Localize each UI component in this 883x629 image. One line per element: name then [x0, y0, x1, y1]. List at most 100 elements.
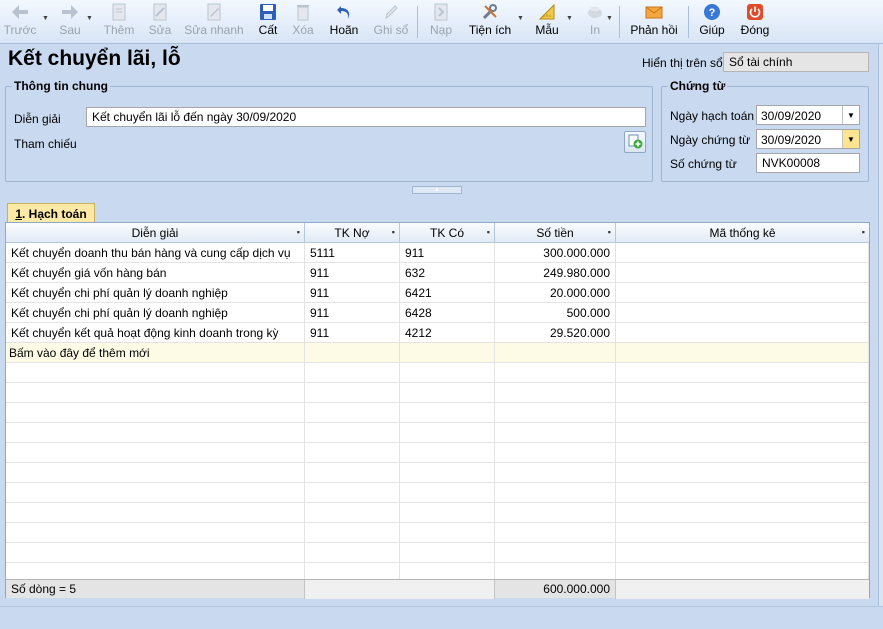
utilities-dropdown-icon[interactable]: ▼ — [517, 15, 524, 22]
cell-stat-code[interactable] — [616, 283, 869, 303]
cell-description[interactable]: Kết chuyển chi phí quản lý doanh nghiệp — [6, 283, 305, 303]
table-row[interactable]: Kết chuyển doanh thu bán hàng và cung cấ… — [6, 243, 869, 263]
empty-cell[interactable] — [495, 343, 616, 363]
table-row[interactable]: Kết chuyển kết quả hoạt động kinh doanh … — [6, 323, 869, 343]
table-row[interactable]: Kết chuyển chi phí quản lý doanh nghiệp 9… — [6, 283, 869, 303]
empty-cell — [400, 443, 495, 463]
voucher-date-field[interactable]: 30/09/2020 ▼ — [756, 129, 860, 149]
edit-document-icon — [149, 2, 171, 22]
column-header-stat-code[interactable]: Mã thống kê ▪ — [616, 223, 869, 243]
empty-cell — [305, 383, 400, 403]
empty-cell — [495, 543, 616, 563]
load-button[interactable]: Nạp — [426, 0, 456, 44]
template-dropdown-icon[interactable]: ▼ — [566, 15, 573, 22]
undo-button[interactable]: Hoãn — [327, 0, 361, 44]
cell-description[interactable]: Kết chuyển kết quả hoạt động kinh doanh … — [6, 323, 305, 343]
voucher-no-input[interactable]: NVK00008 — [756, 153, 860, 173]
cell-amount[interactable]: 29.520.000 — [495, 323, 616, 343]
cell-description[interactable]: Kết chuyển giá vốn hàng bán — [6, 263, 305, 283]
empty-cell — [495, 523, 616, 543]
description-input[interactable]: Kết chuyển lãi lỗ đến ngày 30/09/2020 — [86, 107, 646, 127]
chevron-down-icon[interactable]: ▼ — [842, 106, 859, 124]
close-button[interactable]: Đóng — [738, 0, 772, 44]
cell-debit[interactable]: 911 — [305, 303, 400, 323]
cell-credit[interactable]: 4212 — [400, 323, 495, 343]
arrow-left-icon — [9, 2, 31, 22]
power-icon — [744, 2, 766, 22]
empty-cell — [400, 483, 495, 503]
cell-stat-code[interactable] — [616, 303, 869, 323]
add-new-row-hint[interactable]: Bấm vào đây để thêm mới — [6, 343, 305, 363]
add-new-row[interactable]: Bấm vào đây để thêm mới — [6, 343, 869, 363]
pin-icon[interactable]: ▪ — [608, 227, 611, 237]
add-reference-button[interactable] — [624, 131, 646, 153]
cell-amount[interactable]: 249.980.000 — [495, 263, 616, 283]
pin-icon[interactable]: ▪ — [297, 227, 300, 237]
column-header-amount[interactable]: Số tiền ▪ — [495, 223, 616, 243]
cell-stat-code[interactable] — [616, 243, 869, 263]
template-button[interactable]: Mẫu — [532, 0, 562, 44]
tab-accounting[interactable]: 1. Hạch toán — [7, 203, 95, 223]
save-button[interactable]: Cất — [254, 0, 282, 44]
feedback-button[interactable]: Phản hồi — [628, 0, 680, 44]
pin-icon[interactable]: ▪ — [862, 227, 865, 237]
empty-row — [6, 443, 869, 463]
utilities-button[interactable]: Tiện ích — [466, 0, 514, 44]
prev-dropdown-icon[interactable]: ▼ — [42, 15, 49, 22]
cell-debit[interactable]: 911 — [305, 263, 400, 283]
add-button[interactable]: Thêm — [102, 0, 136, 44]
cell-debit[interactable]: 911 — [305, 323, 400, 343]
tab-accounting-label: . Hạch toán — [22, 206, 87, 221]
edit-button[interactable]: Sửa — [146, 0, 174, 44]
empty-cell[interactable] — [616, 343, 869, 363]
cell-credit[interactable]: 6428 — [400, 303, 495, 323]
table-row[interactable]: Kết chuyển giá vốn hàng bán 911 632 249.980… — [6, 263, 869, 283]
column-header-description[interactable]: Diễn giải ▪ — [6, 223, 305, 243]
empty-cell — [495, 403, 616, 423]
help-button[interactable]: ? Giúp — [697, 0, 727, 44]
empty-cell — [400, 523, 495, 543]
template-icon — [536, 2, 558, 22]
empty-cell — [495, 423, 616, 443]
add-reference-icon — [627, 133, 643, 152]
cell-amount[interactable]: 300.000.000 — [495, 243, 616, 263]
cell-description[interactable]: Kết chuyển doanh thu bán hàng và cung cấ… — [6, 243, 305, 263]
cell-debit[interactable]: 911 — [305, 283, 400, 303]
post-button[interactable]: Ghi sổ — [372, 0, 410, 44]
empty-cell — [495, 463, 616, 483]
help-icon: ? — [701, 2, 723, 22]
cell-stat-code[interactable] — [616, 263, 869, 283]
cell-amount[interactable]: 20.000.000 — [495, 283, 616, 303]
empty-cell — [495, 483, 616, 503]
cell-amount[interactable]: 500.000 — [495, 303, 616, 323]
column-header-debit[interactable]: TK Nợ ▪ — [305, 223, 400, 243]
prev-button[interactable]: Trước — [2, 0, 38, 44]
posting-date-field[interactable]: 30/09/2020 ▼ — [756, 105, 860, 125]
column-header-credit[interactable]: TK Có ▪ — [400, 223, 495, 243]
empty-cell — [400, 383, 495, 403]
empty-cell — [616, 403, 869, 423]
cell-credit[interactable]: 632 — [400, 263, 495, 283]
quick-edit-button[interactable]: Sửa nhanh — [184, 0, 244, 44]
reference-label: Tham chiếu — [14, 137, 77, 151]
pin-icon[interactable]: ▪ — [487, 227, 490, 237]
print-button[interactable]: In — [582, 0, 608, 44]
cell-credit[interactable]: 6421 — [400, 283, 495, 303]
next-button[interactable]: Sau — [54, 0, 86, 44]
table-row[interactable]: Kết chuyển chi phí quản lý doanh nghiệp 9… — [6, 303, 869, 323]
empty-row — [6, 383, 869, 403]
pin-icon[interactable]: ▪ — [392, 227, 395, 237]
print-dropdown-icon[interactable]: ▼ — [606, 15, 613, 22]
cell-description[interactable]: Kết chuyển chi phí quản lý doanh nghiệp — [6, 303, 305, 323]
empty-cell[interactable] — [400, 343, 495, 363]
cell-stat-code[interactable] — [616, 323, 869, 343]
cell-debit[interactable]: 5111 — [305, 243, 400, 263]
empty-cell — [6, 363, 305, 383]
collapse-splitter[interactable]: ▲ — [412, 186, 462, 194]
chevron-down-icon[interactable]: ▼ — [842, 130, 859, 148]
empty-cell[interactable] — [305, 343, 400, 363]
cell-credit[interactable]: 911 — [400, 243, 495, 263]
delete-button[interactable]: Xóa — [289, 0, 317, 44]
description-label: Diễn giải — [14, 112, 61, 126]
next-dropdown-icon[interactable]: ▼ — [86, 15, 93, 22]
